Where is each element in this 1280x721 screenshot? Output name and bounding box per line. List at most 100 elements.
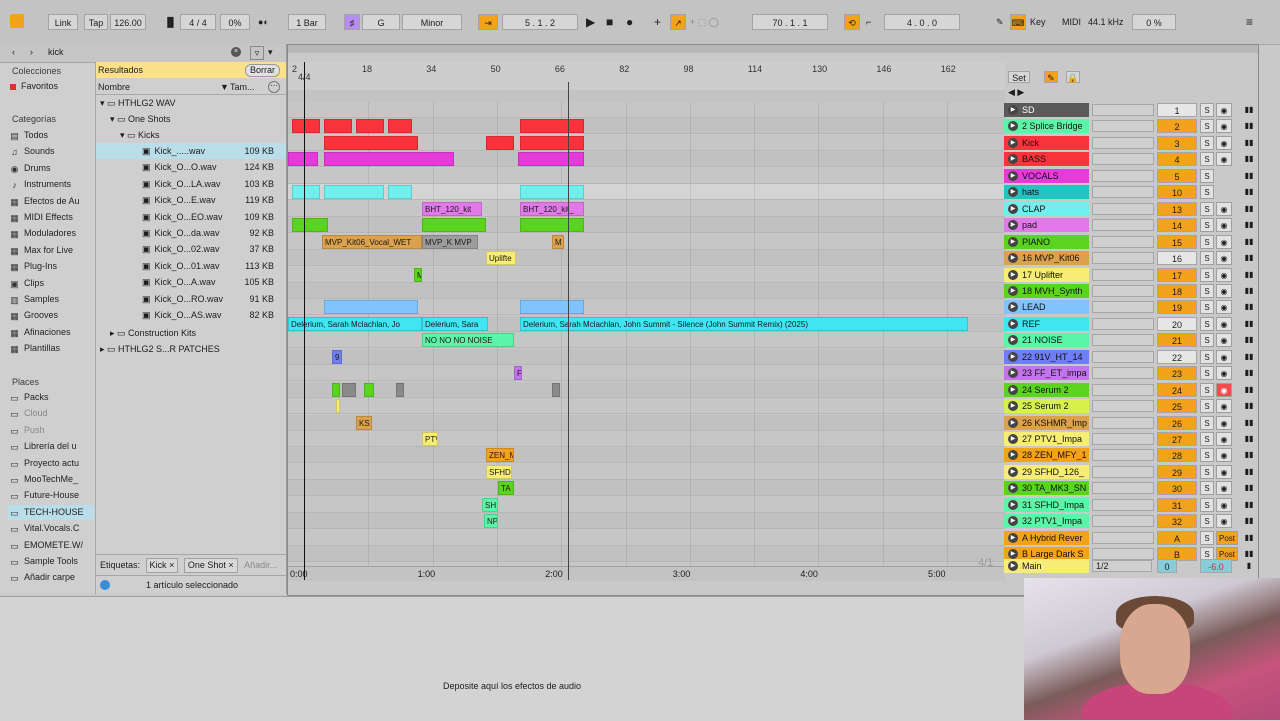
arrangement-clip[interactable]: SH bbox=[482, 497, 498, 512]
file-row[interactable]: ▣ Kick_O...EO.wav 109 KB bbox=[96, 209, 286, 225]
arrangement-clip[interactable]: PTV bbox=[422, 432, 438, 446]
track-lane[interactable] bbox=[288, 282, 1005, 299]
track-name[interactable]: ▶ CLAP bbox=[1004, 201, 1089, 216]
arm-record-icon[interactable]: ◉ bbox=[1216, 432, 1232, 446]
locator-strip[interactable] bbox=[288, 90, 1005, 102]
post-button[interactable]: Post bbox=[1216, 530, 1238, 545]
track-name[interactable]: ▶ 32 PTV1_Impa bbox=[1004, 514, 1089, 529]
track-play-icon[interactable]: ▶ bbox=[1008, 450, 1018, 461]
sort-icon[interactable]: ▼ bbox=[220, 82, 229, 92]
file-row[interactable]: ▣ Kick_O...A.wav 105 KB bbox=[96, 274, 286, 290]
file-row[interactable]: ▣ Kick_O...LA.wav 103 KB bbox=[96, 176, 286, 192]
time-ruler[interactable]: 0:00 1:00 2:00 3:00 4:00 5:00 4/1 bbox=[288, 557, 1005, 581]
solo-button[interactable]: S bbox=[1200, 152, 1214, 167]
file-row[interactable]: ▣ Kick_O...02.wav 37 KB bbox=[96, 241, 286, 257]
track-header[interactable]: ▶ 2 Splice Bridge 2 S ◉ ▮▮ bbox=[1004, 118, 1258, 134]
track-activator[interactable]: A bbox=[1157, 530, 1197, 545]
track-lane[interactable] bbox=[288, 447, 1005, 464]
track-volume-slot[interactable] bbox=[1092, 268, 1154, 281]
sidebar-item-place[interactable]: ▭ Proyecto actu bbox=[10, 456, 79, 471]
arm-record-icon[interactable]: ◉ bbox=[1216, 497, 1232, 512]
track-header[interactable]: ▶ 27 PTV1_Impa 27 S ◉ ▮▮ bbox=[1004, 431, 1258, 447]
track-play-icon[interactable]: ▶ bbox=[1008, 483, 1018, 494]
arm-record-icon[interactable]: ◉ bbox=[1216, 415, 1232, 430]
main-pan[interactable]: 0 bbox=[1157, 559, 1177, 573]
track-lane[interactable] bbox=[288, 496, 1005, 513]
sidebar-item-category[interactable]: ▦ Efectos de Au bbox=[10, 194, 79, 209]
arm-record-icon[interactable]: ◉ bbox=[1216, 333, 1232, 348]
arm-record-icon[interactable]: ◉ bbox=[1216, 316, 1232, 331]
track-lane[interactable] bbox=[288, 200, 1005, 217]
track-name[interactable]: ▶ pad bbox=[1004, 218, 1089, 233]
arm-record-icon[interactable]: ◉ bbox=[1216, 103, 1232, 117]
track-play-icon[interactable]: ▶ bbox=[1008, 466, 1018, 477]
arm-record-icon[interactable]: ◉ bbox=[1216, 481, 1232, 496]
track-volume-slot[interactable] bbox=[1092, 433, 1154, 445]
arrangement-clip[interactable]: SFHD bbox=[486, 464, 512, 479]
sidebar-item-category[interactable]: ▤ Todos bbox=[10, 128, 48, 143]
midi-map-button[interactable]: MIDI bbox=[1062, 14, 1081, 30]
track-play-icon[interactable]: ▶ bbox=[1008, 220, 1018, 231]
track-header[interactable]: ▶ 18 MVH_Synth 18 S ◉ ▮▮ bbox=[1004, 283, 1258, 299]
track-name[interactable]: ▶ 28 ZEN_MFY_1 bbox=[1004, 448, 1089, 463]
sidebar-item-category[interactable]: ▦ Grooves bbox=[10, 308, 58, 323]
track-header[interactable]: ▶ A Hybrid Rever A S Post ▮▮ bbox=[1004, 530, 1258, 546]
arrangement-clip[interactable] bbox=[486, 135, 514, 150]
arrangement-clip[interactable]: MVP_Kit06_Vocal_WET bbox=[322, 234, 422, 249]
arrangement-position[interactable]: 5 . 1 . 2 bbox=[502, 14, 578, 30]
track-name[interactable]: ▶ SD bbox=[1004, 103, 1089, 117]
arrangement-clip[interactable] bbox=[324, 300, 418, 315]
cpu-field[interactable]: 0% bbox=[220, 14, 250, 30]
track-header[interactable]: ▶ 31 SFHD_Impa 31 S ◉ ▮▮ bbox=[1004, 497, 1258, 513]
follow-icon[interactable]: ⇥ bbox=[478, 14, 498, 30]
track-header[interactable]: ▶ 23 FF_ET_impa 23 S ◉ ▮▮ bbox=[1004, 365, 1258, 381]
arrangement-clip[interactable]: BHT_120_kit_ bbox=[520, 201, 584, 216]
arrangement-clip[interactable] bbox=[388, 119, 412, 134]
sidebar-item-category[interactable]: ♫ Sounds bbox=[10, 144, 54, 159]
solo-button[interactable]: S bbox=[1200, 267, 1214, 282]
arrangement-clip[interactable] bbox=[292, 185, 320, 200]
track-header[interactable]: ▶ CLAP 13 S ◉ ▮▮ bbox=[1004, 201, 1258, 217]
track-header[interactable]: ▶ 22 91V_HT_14 22 S ◉ ▮▮ bbox=[1004, 349, 1258, 365]
track-volume-slot[interactable] bbox=[1092, 104, 1154, 116]
track-volume-slot[interactable] bbox=[1092, 120, 1154, 133]
chevron-down-icon[interactable]: ▾ bbox=[268, 47, 273, 58]
record-icon[interactable]: ● bbox=[626, 14, 633, 30]
arm-record-icon[interactable]: ◉ bbox=[1216, 399, 1232, 414]
clear-results-button[interactable]: Borrar bbox=[244, 64, 280, 77]
computer-keyboard-icon[interactable]: ⌨ bbox=[1010, 14, 1026, 30]
sidebar-item-place[interactable]: ▭ Packs bbox=[10, 390, 48, 405]
tag-kick[interactable]: Kick × bbox=[145, 558, 179, 573]
beat-ruler[interactable]: 4/4 2183450668298114130146162 bbox=[288, 62, 1005, 91]
sidebar-item-category[interactable]: ♪ Instruments bbox=[10, 177, 71, 192]
track-activator[interactable]: 14 bbox=[1157, 218, 1197, 233]
arrangement-clip[interactable] bbox=[336, 399, 340, 414]
back-icon[interactable]: ‹ bbox=[12, 47, 15, 57]
track-activator[interactable]: 2 bbox=[1157, 119, 1197, 134]
automation-arm-icon[interactable]: ↗ bbox=[670, 14, 686, 30]
track-name[interactable]: ▶ REF bbox=[1004, 316, 1089, 331]
track-header[interactable]: ▶ LEAD 19 S ◉ ▮▮ bbox=[1004, 299, 1258, 315]
track-play-icon[interactable]: ▶ bbox=[1008, 368, 1018, 379]
track-lane[interactable] bbox=[288, 250, 1005, 267]
arrangement-clip[interactable] bbox=[520, 119, 584, 134]
time-signature-field[interactable]: 4 / 4 bbox=[180, 14, 216, 30]
solo-button[interactable]: S bbox=[1200, 103, 1214, 117]
track-activator[interactable]: 21 bbox=[1157, 333, 1197, 348]
track-activator[interactable]: 18 bbox=[1157, 283, 1197, 298]
sidebar-item-category[interactable]: ▦ Moduladores bbox=[10, 226, 76, 241]
track-name[interactable]: ▶ 27 PTV1_Impa bbox=[1004, 432, 1089, 446]
play-icon[interactable]: ▶ bbox=[586, 14, 595, 30]
track-lane[interactable] bbox=[288, 266, 1005, 283]
tree-root[interactable]: ▾ ▭ HTHLG2 WAV bbox=[96, 95, 286, 111]
track-lane[interactable] bbox=[288, 102, 1005, 118]
arrangement-clip[interactable] bbox=[324, 185, 384, 200]
track-play-icon[interactable]: ▶ bbox=[1008, 170, 1018, 181]
arrangement-clip[interactable]: M bbox=[414, 267, 422, 282]
track-activator[interactable]: 25 bbox=[1157, 399, 1197, 414]
track-name[interactable]: ▶ 18 MVH_Synth bbox=[1004, 283, 1089, 298]
track-lane[interactable] bbox=[288, 414, 1005, 431]
track-header[interactable]: ▶ VOCALS 5 S ▮▮ bbox=[1004, 168, 1258, 184]
arm-record-icon[interactable]: ◉ bbox=[1216, 135, 1232, 150]
arrangement-clip[interactable] bbox=[518, 152, 584, 167]
